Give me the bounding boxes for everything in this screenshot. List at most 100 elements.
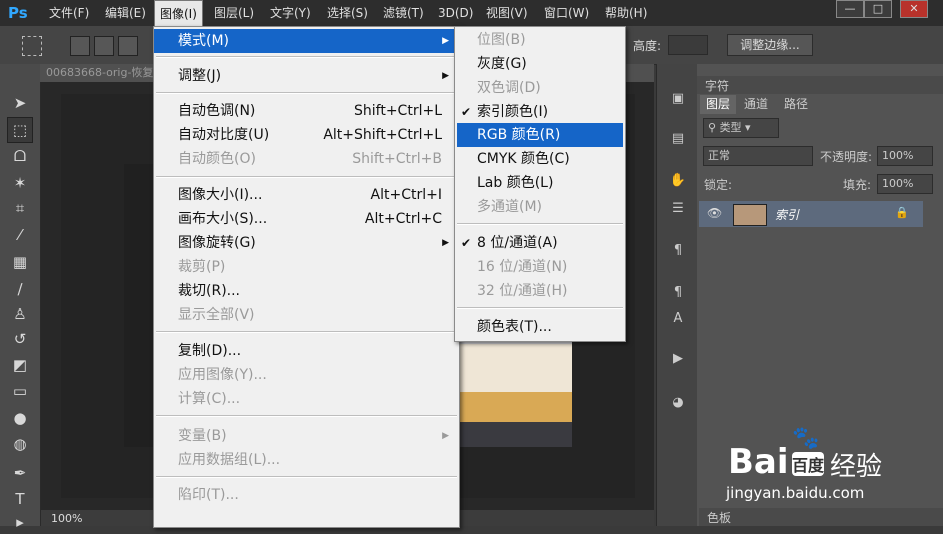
blur-tool-icon[interactable]: ● bbox=[8, 406, 32, 430]
char-style-icon[interactable]: ¶ bbox=[666, 282, 690, 304]
document-tab[interactable]: 00683668-orig-恢复 bbox=[40, 64, 159, 82]
menu-bar: Ps 文件(F) 编辑(E) 图像(I) 图层(L) 文字(Y) 选择(S) 滤… bbox=[0, 0, 943, 26]
fill-input[interactable]: 100% bbox=[877, 174, 933, 194]
play-icon[interactable]: ▶ bbox=[666, 348, 690, 370]
history-brush-icon[interactable]: ↺ bbox=[8, 327, 32, 351]
layer-name[interactable]: 索引 bbox=[775, 206, 799, 223]
layer-row[interactable]: 👁 索引 🔒 bbox=[699, 201, 923, 227]
height-input[interactable] bbox=[668, 35, 708, 55]
height-label: 高度: bbox=[633, 39, 662, 53]
new-selection-icon[interactable] bbox=[70, 36, 90, 56]
clone-stamp-icon[interactable]: ♙ bbox=[8, 302, 32, 326]
crop-tool-icon[interactable]: ⌗ bbox=[8, 196, 32, 220]
menu-file[interactable]: 文件(F) bbox=[44, 0, 94, 26]
adjustments-icon[interactable]: ☰ bbox=[666, 198, 690, 220]
toolbox: ➤ ⬚ ᗝ ✶ ⌗ ⁄ ▦ ∕ ♙ ↺ ◩ ▭ ● ◍ ✒ T ▸ bbox=[0, 64, 41, 531]
blend-mode-select[interactable]: 正常 bbox=[703, 146, 813, 166]
dodge-tool-icon[interactable]: ◍ bbox=[8, 432, 32, 456]
menu-layer[interactable]: 图层(L) bbox=[209, 0, 259, 26]
mode-duotone[interactable]: 双色调(D) bbox=[455, 76, 625, 100]
menu-item-adjust[interactable]: 调整(J) ▶ bbox=[154, 64, 459, 88]
mode-cmyk-color[interactable]: CMYK 颜色(C) bbox=[455, 147, 625, 171]
submenu-arrow-icon: ▶ bbox=[442, 36, 449, 46]
eyedropper-icon[interactable]: ⁄ bbox=[8, 223, 32, 247]
menu-item-trim[interactable]: 裁切(R)... bbox=[154, 279, 459, 303]
mode-grayscale[interactable]: 灰度(G) bbox=[455, 52, 625, 76]
menu-type[interactable]: 文字(Y) bbox=[265, 0, 316, 26]
tab-channels[interactable]: 通道 bbox=[738, 95, 774, 114]
paragraph-style-icon[interactable]: A bbox=[666, 308, 690, 330]
watermark-brand2: 百度 bbox=[792, 452, 825, 476]
watermark-product: 经验 bbox=[830, 452, 883, 482]
tab-layers[interactable]: 图层 bbox=[700, 95, 737, 114]
menu-item-auto-tone[interactable]: 自动色调(N) Shift+Ctrl+L bbox=[154, 99, 459, 123]
mode-bitmap[interactable]: 位图(B) bbox=[455, 28, 625, 52]
paragraph-icon[interactable]: ¶ bbox=[666, 240, 690, 262]
mode-rgb-color[interactable]: RGB 颜色(R) bbox=[457, 123, 623, 147]
move-tool-icon[interactable]: ➤ bbox=[8, 91, 32, 115]
zoom-level[interactable]: 100% bbox=[51, 512, 82, 525]
menu-3d[interactable]: 3D(D) bbox=[433, 0, 478, 26]
mode-color-table[interactable]: 颜色表(T)... bbox=[455, 315, 625, 339]
mode-32-bit[interactable]: 32 位/通道(H) bbox=[455, 279, 625, 303]
menu-item-canvas-size[interactable]: 画布大小(S)... Alt+Ctrl+C bbox=[154, 207, 459, 231]
mode-indexed-color[interactable]: ✔ 索引颜色(I) bbox=[455, 100, 625, 124]
magic-wand-icon[interactable]: ✶ bbox=[8, 171, 32, 195]
menu-filter[interactable]: 滤镜(T) bbox=[378, 0, 429, 26]
mode-16-bit[interactable]: 16 位/通道(N) bbox=[455, 255, 625, 279]
menu-help[interactable]: 帮助(H) bbox=[600, 0, 652, 26]
path-select-icon[interactable]: ▸ bbox=[8, 510, 32, 534]
minimize-button[interactable]: — bbox=[836, 0, 864, 18]
healing-brush-icon[interactable]: ▦ bbox=[8, 250, 32, 274]
menu-item-variables[interactable]: 变量(B) ▶ bbox=[154, 424, 459, 448]
menu-item-mode[interactable]: 模式(M) ▶ bbox=[154, 29, 459, 53]
brush-tool-icon[interactable]: ∕ bbox=[8, 277, 32, 301]
close-button[interactable]: ✕ bbox=[900, 0, 928, 18]
menu-item-auto-color[interactable]: 自动颜色(O) Shift+Ctrl+B bbox=[154, 147, 459, 171]
actions-panel-icon[interactable]: ▤ bbox=[666, 128, 690, 150]
menu-item-image-rotation[interactable]: 图像旋转(G) ▶ bbox=[154, 231, 459, 255]
character-tab[interactable]: 字符 bbox=[705, 77, 729, 94]
lasso-tool-icon[interactable]: ᗝ bbox=[8, 144, 32, 168]
menu-item-apply-data-set[interactable]: 应用数据组(L)... bbox=[154, 448, 459, 472]
lock-label: 锁定: bbox=[704, 178, 733, 192]
opacity-input[interactable]: 100% bbox=[877, 146, 933, 166]
frosting bbox=[454, 344, 572, 392]
gradient-tool-icon[interactable]: ▭ bbox=[8, 379, 32, 403]
visibility-eye-icon[interactable]: 👁 bbox=[707, 206, 722, 220]
menu-item-reveal-all[interactable]: 显示全部(V) bbox=[154, 303, 459, 327]
menu-item-image-size[interactable]: 图像大小(I)... Alt+Ctrl+I bbox=[154, 183, 459, 207]
mode-8-bit[interactable]: ✔ 8 位/通道(A) bbox=[455, 231, 625, 255]
rect-marquee-tool-icon[interactable]: ⬚ bbox=[7, 117, 33, 143]
type-tool-icon[interactable]: T bbox=[8, 487, 32, 511]
subtract-selection-icon[interactable] bbox=[118, 36, 138, 56]
add-selection-icon[interactable] bbox=[94, 36, 114, 56]
menu-select[interactable]: 选择(S) bbox=[322, 0, 373, 26]
menu-item-apply-image[interactable]: 应用图像(Y)... bbox=[154, 363, 459, 387]
refine-edge-button[interactable]: 调整边缘... bbox=[727, 34, 813, 56]
lock-icon: 🔒 bbox=[895, 206, 909, 219]
palette-icon[interactable]: ◕ bbox=[666, 392, 690, 414]
mode-lab-color[interactable]: Lab 颜色(L) bbox=[455, 171, 625, 195]
tab-paths[interactable]: 路径 bbox=[778, 95, 814, 114]
menu-window[interactable]: 窗口(W) bbox=[539, 0, 594, 26]
cupcake-image bbox=[454, 344, 572, 447]
mode-multichannel[interactable]: 多通道(M) bbox=[455, 195, 625, 219]
history-panel-icon[interactable]: ▣ bbox=[666, 88, 690, 110]
menu-item-calculations[interactable]: 计算(C)... bbox=[154, 387, 459, 411]
menu-edit[interactable]: 编辑(E) bbox=[100, 0, 151, 26]
menu-item-trap[interactable]: 陷印(T)... bbox=[154, 483, 459, 507]
menu-view[interactable]: 视图(V) bbox=[481, 0, 533, 26]
eraser-icon[interactable]: ◩ bbox=[8, 353, 32, 377]
cupcake-wrapper bbox=[454, 422, 572, 447]
restore-button[interactable]: □ bbox=[864, 0, 892, 18]
tool-presets-icon[interactable]: ✋ bbox=[666, 170, 690, 192]
menu-image[interactable]: 图像(I) bbox=[154, 0, 203, 26]
menu-item-crop[interactable]: 裁剪(P) bbox=[154, 255, 459, 279]
layer-thumbnail bbox=[733, 204, 767, 226]
menu-item-duplicate[interactable]: 复制(D)... bbox=[154, 339, 459, 363]
layer-filter-select[interactable]: ⚲ 类型 ▾ bbox=[703, 118, 779, 138]
pen-tool-icon[interactable]: ✒ bbox=[8, 461, 32, 485]
marquee-tool-icon[interactable] bbox=[22, 36, 42, 56]
menu-item-auto-contrast[interactable]: 自动对比度(U) Alt+Shift+Ctrl+L bbox=[154, 123, 459, 147]
